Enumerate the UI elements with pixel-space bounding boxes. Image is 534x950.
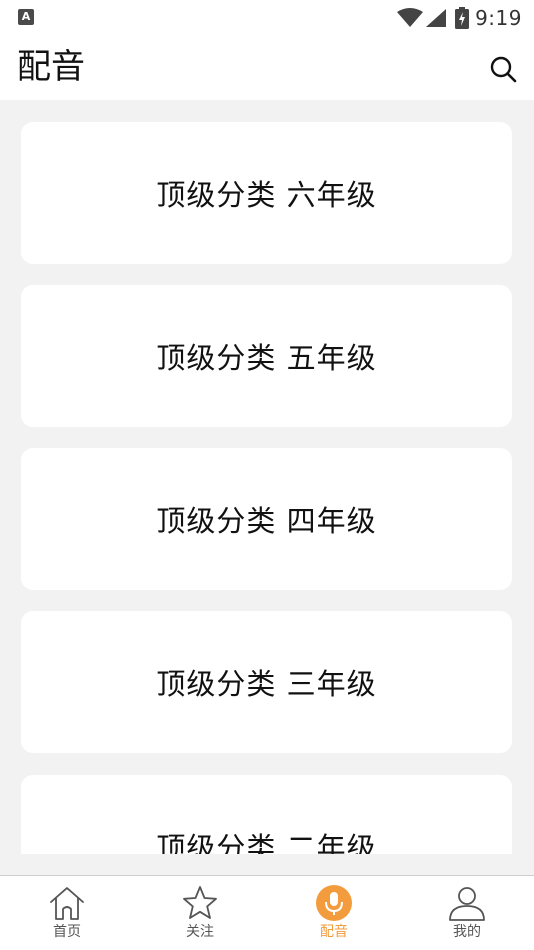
app-notification-icon: A (18, 9, 34, 25)
category-card-grade-2[interactable]: 顶级分类 二年级 (21, 775, 512, 854)
bottom-navigation: 首页 关注 配音 我的 (0, 875, 534, 950)
nav-label-mine: 我的 (453, 924, 481, 940)
search-button[interactable] (486, 52, 520, 86)
category-label: 顶级分类 二年级 (156, 831, 377, 854)
page-title: 配音 (17, 47, 85, 87)
category-label: 顶级分类 三年级 (156, 667, 377, 701)
status-time: 9:19 (475, 6, 522, 30)
nav-item-dubbing[interactable]: 配音 (294, 876, 374, 950)
category-card-grade-4[interactable]: 顶级分类 四年级 (21, 448, 512, 590)
category-card-grade-5[interactable]: 顶级分类 五年级 (21, 285, 512, 427)
nav-item-mine[interactable]: 我的 (427, 876, 507, 950)
nav-label-follow: 关注 (186, 924, 214, 940)
home-icon (50, 887, 84, 920)
nav-item-follow[interactable]: 关注 (160, 876, 240, 950)
nav-label-dubbing: 配音 (320, 924, 348, 940)
cell-signal-icon (426, 9, 447, 27)
battery-charging-icon (455, 7, 470, 29)
app-header: 配音 (0, 36, 534, 100)
status-indicators: 9:19 (397, 5, 522, 31)
person-icon (449, 887, 485, 921)
category-card-grade-3[interactable]: 顶级分类 三年级 (21, 611, 512, 753)
category-list[interactable]: 顶级分类 六年级 顶级分类 五年级 顶级分类 四年级 顶级分类 三年级 顶级分类… (0, 100, 534, 854)
category-label: 顶级分类 四年级 (156, 504, 377, 538)
category-label: 顶级分类 六年级 (156, 178, 377, 212)
nav-label-home: 首页 (53, 924, 81, 940)
category-label: 顶级分类 五年级 (156, 341, 377, 375)
status-bar: A 9:19 (0, 0, 534, 36)
microphone-icon (316, 885, 352, 921)
search-icon (490, 56, 517, 83)
nav-item-home[interactable]: 首页 (27, 876, 107, 950)
star-icon (183, 886, 217, 919)
category-card-grade-6[interactable]: 顶级分类 六年级 (21, 122, 512, 264)
wifi-icon (397, 8, 424, 27)
